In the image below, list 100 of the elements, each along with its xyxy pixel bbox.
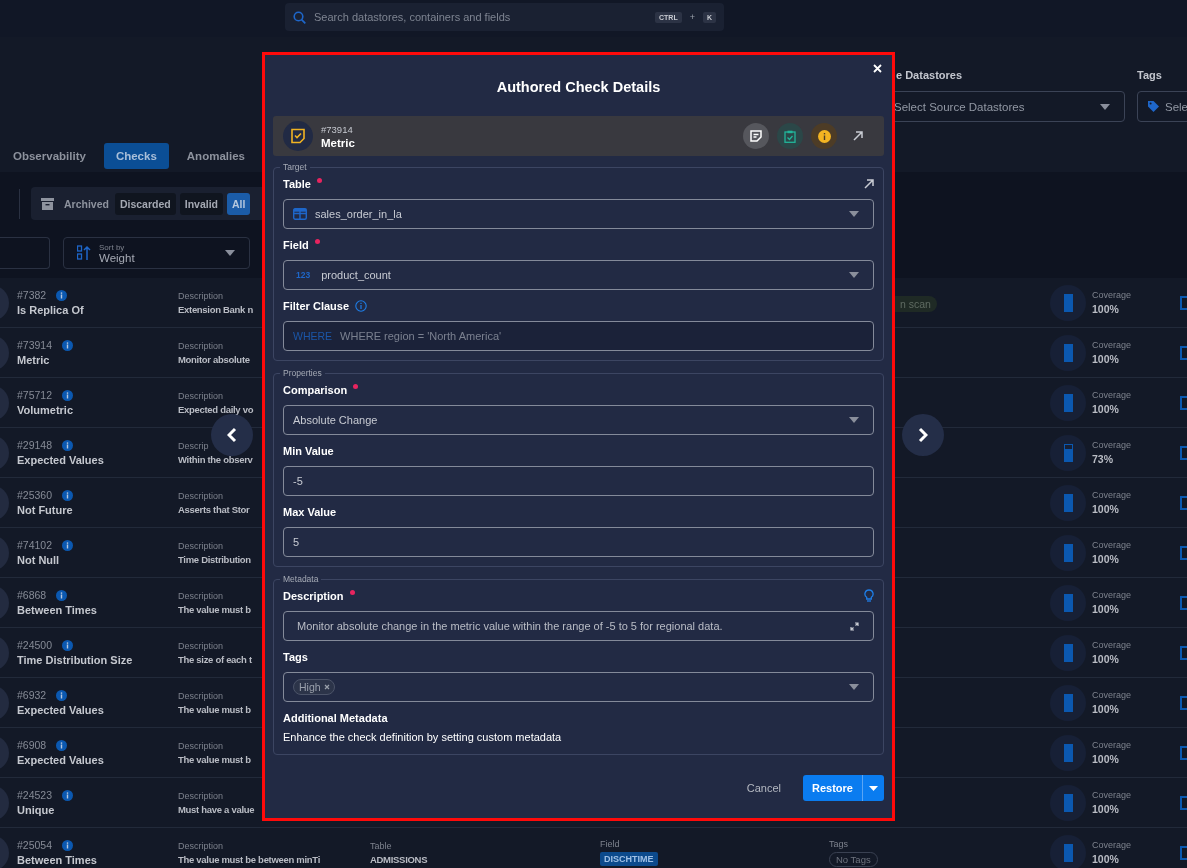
tag-chip[interactable]: High: [293, 679, 335, 695]
check-name: Volumetric: [17, 404, 75, 416]
lightbulb-icon[interactable]: [864, 589, 874, 603]
row-action-icon[interactable]: [1179, 845, 1187, 860]
column-label: Description: [178, 540, 224, 551]
dropdown-field[interactable]: Absolute Change: [283, 405, 874, 435]
column-label: Description: [178, 340, 224, 351]
info-icon: [62, 539, 74, 551]
filter-option[interactable]: Invalid: [179, 192, 223, 215]
description-text: The value must b: [178, 753, 251, 765]
description-text: The size of each t: [178, 653, 252, 665]
filter-label: Tags: [1137, 69, 1163, 83]
field-badge: DISCHTIME: [600, 852, 658, 866]
check-id: #6932: [17, 689, 47, 701]
check-name: Is Replica Of: [17, 304, 85, 316]
coverage-label: Coverage: [1092, 690, 1132, 700]
section-legend: Metadata: [280, 573, 322, 585]
row-action-icon[interactable]: [1179, 345, 1187, 360]
description-text: Asserts that Stor: [178, 503, 250, 515]
sort-select[interactable]: Sort by Weight: [63, 237, 250, 269]
open-link-icon[interactable]: [864, 179, 874, 189]
info-button[interactable]: [811, 123, 837, 149]
tags-field[interactable]: High: [283, 672, 874, 702]
remove-icon[interactable]: [323, 684, 330, 690]
column-label: Description: [178, 490, 224, 501]
coverage-label: Coverage: [1092, 590, 1132, 600]
close-icon[interactable]: [873, 64, 882, 73]
row-action-icon[interactable]: [1179, 295, 1187, 310]
filter-option[interactable]: All: [227, 192, 251, 215]
row-action-icon[interactable]: [1179, 445, 1187, 460]
info-icon: [56, 689, 68, 701]
chevron-left-icon: [227, 427, 237, 443]
coverage-label: Coverage: [1092, 290, 1132, 300]
note-button[interactable]: [743, 123, 769, 149]
tags-select[interactable]: Sele: [1137, 91, 1187, 122]
column-label: Description: [178, 840, 224, 851]
tag-icon: [1147, 100, 1160, 113]
clipboard-check-icon: [784, 129, 796, 143]
dropdown-button[interactable]: [862, 775, 884, 801]
cancel-button[interactable]: Cancel: [734, 776, 794, 800]
section-legend: Target: [280, 161, 310, 173]
coverage-label: Coverage: [1092, 440, 1132, 450]
info-icon: [62, 839, 74, 851]
coverage-label: Coverage: [1092, 540, 1132, 550]
input-field[interactable]: -5: [283, 466, 874, 496]
row-action-icon[interactable]: [1179, 395, 1187, 410]
description-text: The value must b: [178, 603, 251, 615]
field-label: Table: [283, 178, 311, 190]
caret-icon: [225, 250, 235, 256]
search-field[interactable]: [0, 237, 50, 269]
field-label: Description: [283, 590, 344, 602]
description-text: Extension Bank n: [178, 303, 253, 315]
check-type-icon: [283, 121, 313, 151]
coverage-value: 100%: [1092, 803, 1119, 815]
check-id: #6908: [17, 739, 47, 751]
input-field[interactable]: 5: [283, 527, 874, 557]
row-action-icon[interactable]: [1179, 695, 1187, 710]
caret-icon: [849, 684, 859, 690]
coverage-value: 100%: [1092, 503, 1119, 515]
coverage-value: 100%: [1092, 653, 1119, 665]
field-label: Min Value: [283, 445, 334, 457]
check-name: Unique: [17, 804, 56, 816]
row-action-icon[interactable]: [1179, 795, 1187, 810]
section-legend: Properties: [280, 367, 325, 379]
info-icon: [62, 389, 74, 401]
check-name: Not Future: [17, 504, 74, 516]
field-label: Comparison: [283, 384, 348, 396]
expand-icon[interactable]: [850, 621, 859, 631]
column-label: Description: [178, 640, 224, 651]
info-icon: [56, 589, 68, 601]
input-field[interactable]: WHERE WHERE region = 'North America': [283, 321, 874, 351]
row-action-icon[interactable]: [1179, 645, 1187, 660]
dropdown-field[interactable]: sales_order_in_la: [283, 199, 874, 229]
dropdown-field[interactable]: 123 product_count: [283, 260, 874, 290]
filter-option[interactable]: Discarded: [114, 192, 176, 215]
column-label: Table: [370, 840, 392, 851]
tab[interactable]: Checks: [103, 143, 169, 169]
row-action-icon[interactable]: [1179, 595, 1187, 610]
info-icon: [817, 129, 831, 143]
tab[interactable]: Anomalies: [178, 144, 253, 168]
restore-button[interactable]: Restore: [803, 775, 862, 801]
text-field[interactable]: Monitor absolute change in the metric value within the range of -5 to 5 for regional data.: [283, 611, 874, 641]
check-id: #25360: [17, 489, 53, 501]
description-text: Within the observ: [178, 453, 253, 465]
open-link-icon[interactable]: [853, 131, 863, 141]
row-action-icon[interactable]: [1179, 495, 1187, 510]
info-icon: [62, 639, 74, 651]
row-action-icon[interactable]: [1179, 545, 1187, 560]
clipboard-button[interactable]: [777, 123, 803, 149]
help-text: Enhance the check definition by setting custom metadata: [283, 730, 563, 745]
description-text: Must have a value: [178, 803, 255, 815]
plus-sign: +: [689, 12, 695, 22]
description-text: Expected daily vo: [178, 403, 254, 415]
tab[interactable]: Observability: [5, 144, 94, 168]
check-id: #74102: [17, 539, 53, 551]
row-action-icon[interactable]: [1179, 745, 1187, 760]
field-label: Filter Clause: [283, 300, 350, 312]
column-label: Field: [600, 839, 620, 849]
dialog-title: Authored Check Details: [495, 78, 662, 97]
sort-icon: [77, 245, 91, 261]
